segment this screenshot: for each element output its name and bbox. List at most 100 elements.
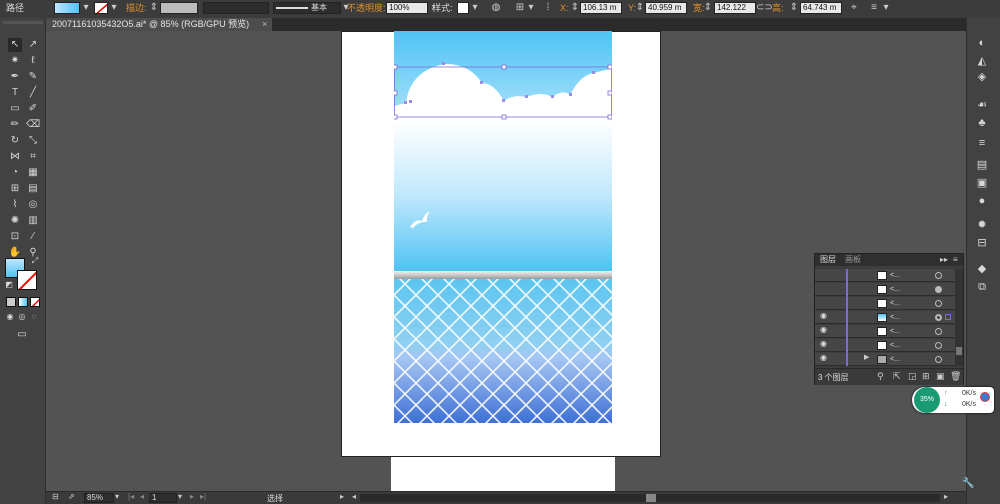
draw-inside-icon[interactable]: ◌	[29, 312, 39, 322]
symbol-sprayer-tool-icon[interactable]: ✺	[8, 214, 22, 228]
horizontal-scrollbar-thumb[interactable]	[646, 494, 656, 502]
gradient-tool-icon[interactable]: ▤	[26, 182, 40, 196]
graphic-styles-icon[interactable]: ✹	[975, 218, 989, 232]
recolor-icon[interactable]: ◍	[490, 2, 502, 14]
gradient-panel-icon[interactable]: ◐	[975, 36, 989, 50]
link-proportions-icon[interactable]: ⊂⊃	[756, 2, 773, 14]
target-icon[interactable]	[935, 328, 942, 335]
last-artboard-icon[interactable]: ▸|	[200, 492, 206, 501]
target-icon[interactable]	[935, 356, 942, 363]
expand-arrow-icon[interactable]: ▶	[864, 353, 869, 361]
status-menu-icon[interactable]: ▸	[340, 492, 344, 501]
delete-icon[interactable]: 🗑	[950, 371, 961, 382]
layer-name[interactable]: <...	[890, 314, 900, 321]
curvature-tool-icon[interactable]: ✎	[26, 70, 40, 84]
appearance-icon[interactable]: ●	[975, 194, 989, 208]
paintbrush-tool-icon[interactable]: ✐	[26, 102, 40, 116]
layers-panel-icon[interactable]: ◆	[975, 262, 989, 276]
close-icon[interactable]: ×	[262, 18, 267, 31]
menu-icon[interactable]: ≡	[868, 2, 880, 14]
screen-mode-icon[interactable]: ▭	[15, 328, 29, 342]
type-tool-icon[interactable]: T	[8, 86, 22, 100]
make-clipping-mask-icon[interactable]: ◲	[908, 371, 917, 382]
target-icon[interactable]	[935, 300, 942, 307]
visibility-eye-icon[interactable]: ◉	[820, 311, 827, 320]
stroke-panel-icon[interactable]: ≡	[975, 136, 989, 150]
free-transform-tool-icon[interactable]: ⌗	[26, 150, 40, 164]
previous-artboard-icon[interactable]: ◂	[140, 492, 144, 501]
width-tool-icon[interactable]: ⋈	[8, 150, 22, 164]
height-field[interactable]: 64.743 m	[800, 2, 842, 14]
target-icon[interactable]	[935, 286, 942, 293]
direct-selection-tool-icon[interactable]: ↗	[26, 38, 40, 52]
artboard-nav-icon[interactable]: ⊟	[52, 492, 59, 501]
visibility-eye-icon[interactable]: ◉	[820, 339, 827, 348]
transform-icon[interactable]: ⌖	[848, 2, 860, 14]
first-artboard-icon[interactable]: |◂	[128, 492, 134, 501]
target-icon[interactable]	[935, 272, 942, 279]
collapse-icon[interactable]: ▸▸	[940, 254, 948, 266]
search-icon[interactable]: ⚲	[877, 371, 884, 382]
stroke-swatch[interactable]	[94, 2, 108, 14]
tab-artboards[interactable]: 画板	[845, 254, 861, 266]
shape-builder-tool-icon[interactable]: ◔	[8, 166, 22, 180]
lasso-tool-icon[interactable]: ℓ	[26, 54, 40, 68]
target-icon[interactable]	[935, 314, 942, 321]
mesh-tool-icon[interactable]: ⊞	[8, 182, 22, 196]
share-icon[interactable]: ⇗	[68, 492, 75, 501]
fill-swatch[interactable]	[54, 2, 80, 14]
blend-tool-icon[interactable]: ◎	[26, 198, 40, 212]
visibility-eye-icon[interactable]: ◉	[820, 353, 827, 362]
chevron-down-icon[interactable]: ▾	[178, 492, 182, 501]
gradient-mode-icon[interactable]	[18, 297, 28, 307]
pencil-tool-icon[interactable]: ✏	[8, 118, 22, 132]
artboard-secondary[interactable]	[391, 457, 615, 492]
symbols-icon[interactable]: ♣	[975, 116, 989, 130]
selection-indicator[interactable]	[945, 314, 951, 320]
style-swatch[interactable]	[457, 2, 469, 14]
eyedropper-tool-icon[interactable]: ⌇	[8, 198, 22, 212]
draw-normal-icon[interactable]: ◉	[5, 312, 15, 322]
brush-profile-field[interactable]: 基本	[273, 2, 341, 14]
y-field[interactable]: 40.959 m	[645, 2, 687, 14]
target-icon[interactable]	[935, 342, 942, 349]
rotate-tool-icon[interactable]: ↻	[8, 134, 22, 148]
draw-behind-icon[interactable]: ◎	[17, 312, 27, 322]
layer-name[interactable]: <...	[890, 286, 900, 293]
eraser-tool-icon[interactable]: ⌫	[26, 118, 40, 132]
panel-grip[interactable]	[3, 21, 43, 24]
visibility-eye-icon[interactable]: ◉	[820, 325, 827, 334]
layers-scrollbar-thumb[interactable]	[956, 347, 962, 355]
chevron-down-icon[interactable]: ▾	[108, 2, 120, 14]
pen-tool-icon[interactable]: ✒	[8, 70, 22, 84]
artboards-panel-icon[interactable]: ⧉	[975, 280, 989, 294]
artboard-tool-icon[interactable]: ⊡	[8, 230, 22, 244]
pathfinder-icon[interactable]: ⊟	[975, 236, 989, 250]
swatches-icon[interactable]: ◈	[975, 70, 989, 84]
stepper-icon[interactable]: ⇕	[788, 2, 800, 14]
stroke-label[interactable]: 描边:	[126, 2, 147, 15]
browser-icon[interactable]	[980, 392, 990, 402]
chevron-down-icon[interactable]: ▾	[880, 2, 892, 14]
stroke-weight-field[interactable]	[160, 2, 198, 14]
opacity-label[interactable]: 不透明度:	[347, 2, 386, 15]
stroke-color-swatch[interactable]	[17, 270, 37, 290]
scroll-right-icon[interactable]: ▸	[944, 492, 948, 501]
rectangle-tool-icon[interactable]: ▭	[8, 102, 22, 116]
tab-layers[interactable]: 图层	[820, 254, 836, 266]
layer-name[interactable]: <...	[890, 328, 900, 335]
height-label[interactable]: 高:	[772, 2, 784, 15]
color-guide-icon[interactable]: ◭	[975, 54, 989, 68]
none-mode-icon[interactable]	[30, 297, 40, 307]
layer-name[interactable]: <...	[890, 300, 900, 307]
opacity-field[interactable]: 100%	[386, 2, 428, 14]
chevron-down-icon[interactable]: ▾	[80, 2, 92, 14]
artboard-number-field[interactable]: 1	[149, 493, 177, 503]
reference-point-icon[interactable]: ⁞	[542, 2, 554, 14]
x-label[interactable]: X:	[560, 2, 569, 15]
slice-tool-icon[interactable]: ⁄	[26, 230, 40, 244]
variable-width-field[interactable]	[203, 2, 269, 14]
x-field[interactable]: 106.13 m	[580, 2, 622, 14]
layer-name[interactable]: <...	[890, 356, 900, 363]
layer-name[interactable]: <...	[890, 272, 900, 279]
